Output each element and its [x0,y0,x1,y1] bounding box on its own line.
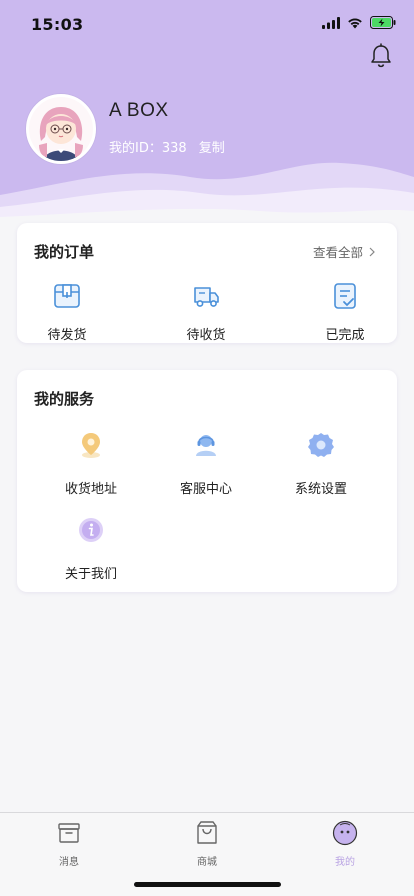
copy-id-button[interactable]: 复制 [199,137,225,156]
tab-messages-label: 消息 [59,857,79,868]
order-pending-receipt[interactable]: 待收货 [161,281,251,343]
tab-mall-label: 商城 [197,857,217,868]
service-shipping-address[interactable]: 收货地址 [36,430,146,497]
status-icons [322,16,396,29]
cellular-signal-icon [322,16,340,29]
user-id-label: 我的ID： [109,141,162,156]
services-title: 我的服务 [34,390,95,408]
service-shipping-address-label: 收货地址 [64,482,117,497]
profile-face-icon [332,820,358,846]
service-system-settings[interactable]: 系统设置 [266,430,376,497]
status-bar: 15:03 [0,0,414,48]
tab-mine-label: 我的 [335,857,355,868]
tab-messages[interactable]: 消息 [29,820,109,868]
username: A BOX [109,100,169,121]
service-about-us-label: 关于我们 [64,567,117,582]
header-wave-decoration [0,162,414,225]
user-id-value: 338 [161,141,187,156]
view-all-label: 查看全部 [312,245,363,260]
service-customer-center[interactable]: 客服中心 [151,430,261,497]
battery-charging-icon [370,16,396,29]
shopping-bag-icon [197,821,217,844]
info-icon [79,518,103,542]
tab-mine[interactable]: 我的 [305,820,385,868]
view-all-orders-link[interactable]: 查看全部 [313,242,375,261]
service-system-settings-label: 系统设置 [294,482,347,497]
checklist-icon [334,283,356,309]
status-time: 15:03 [31,15,84,34]
order-pending-receipt-label: 待收货 [186,328,226,343]
service-customer-center-label: 客服中心 [179,482,232,497]
order-completed[interactable]: 已完成 [300,281,390,343]
orders-card: 我的订单 查看全部 待发货 待收货 已完成 [17,223,397,343]
tab-mall[interactable]: 商城 [167,820,247,868]
services-card: 我的服务 收货地址 客服中心 系统设置 关于我们 [17,370,397,592]
home-indicator [134,882,281,887]
orders-title: 我的订单 [34,243,95,261]
customer-service-icon [196,435,216,456]
order-pending-shipment[interactable]: 待发货 [22,281,112,343]
gear-icon [308,433,334,457]
wifi-icon [348,18,362,28]
avatar-image [29,97,93,161]
location-pin-icon [82,433,100,458]
order-pending-shipment-label: 待发货 [47,328,87,343]
avatar[interactable] [26,94,96,164]
inbox-icon [58,823,80,843]
user-id-text: 我的ID：338 [109,137,187,156]
chevron-right-icon [369,247,375,256]
notification-bell-icon[interactable] [369,43,393,69]
user-id-row: 我的ID：338 复制 [109,137,225,156]
service-about-us[interactable]: 关于我们 [36,515,146,582]
truck-icon [194,287,219,307]
order-completed-label: 已完成 [325,328,365,343]
box-icon [54,284,80,308]
